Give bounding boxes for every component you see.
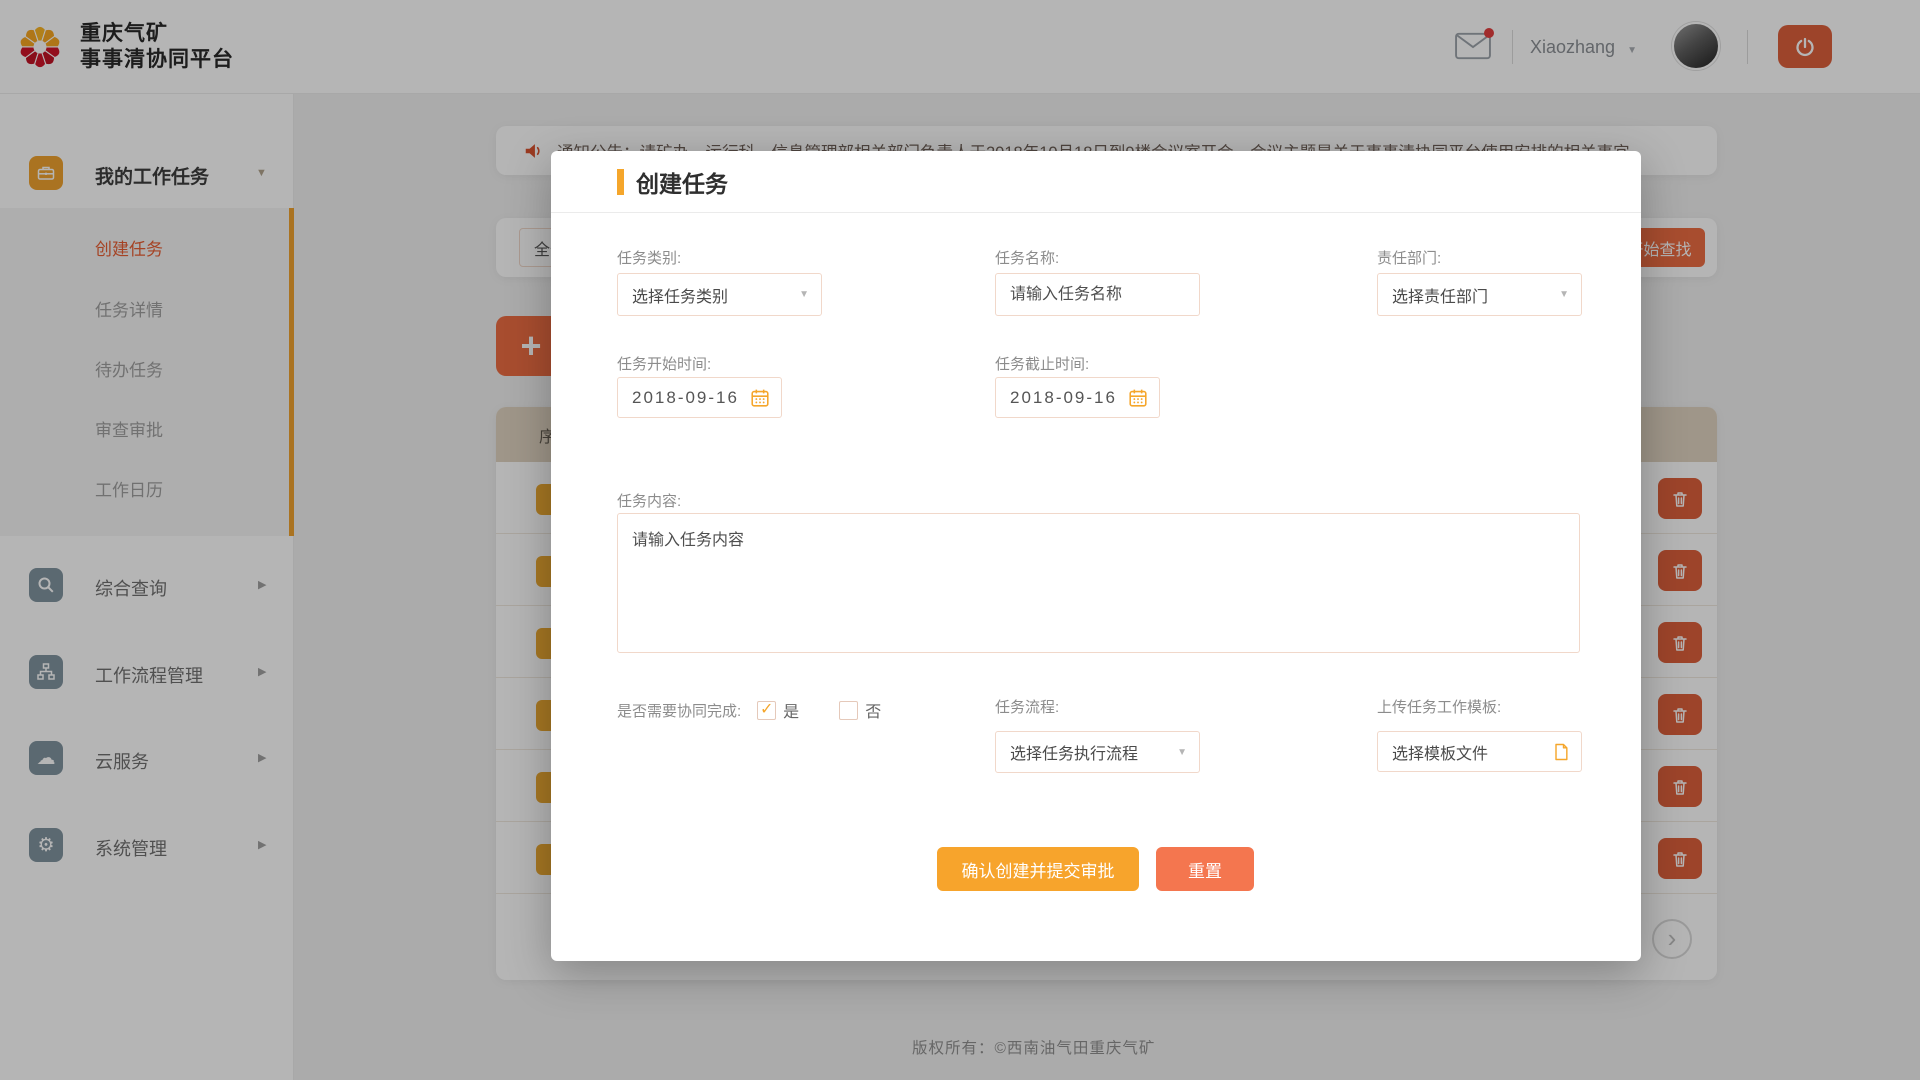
start-date-picker[interactable]: 2018-09-16 [617, 377, 782, 418]
task-category-label: 任务类别: [617, 247, 681, 268]
reset-button[interactable]: 重置 [1156, 847, 1254, 891]
department-label: 责任部门: [1377, 247, 1441, 268]
collab-label: 是否需要协同完成: [617, 700, 741, 721]
end-date-label: 任务截止时间: [995, 353, 1089, 374]
calendar-icon [1127, 387, 1149, 409]
task-category-select[interactable]: 选择任务类别 ▼ [617, 273, 822, 316]
task-content-textarea[interactable] [617, 513, 1580, 653]
flow-select[interactable]: 选择任务执行流程 ▼ [995, 731, 1200, 773]
end-date-value: 2018-09-16 [1010, 388, 1117, 408]
collab-no-label: 否 [865, 698, 881, 722]
page: 重庆气矿 事事清协同平台 Xiaozhang▼ [0, 0, 1920, 1080]
template-file-picker[interactable]: 选择模板文件 [1377, 731, 1582, 772]
chevron-down-icon: ▼ [1177, 747, 1187, 758]
task-content-label: 任务内容: [617, 490, 681, 511]
collab-no-checkbox[interactable] [839, 701, 858, 720]
create-task-modal: 创建任务 任务类别: 选择任务类别 ▼ 任务名称: 责任部门: 选择责任部门 ▼… [551, 151, 1641, 961]
collab-yes-label: 是 [783, 698, 799, 722]
template-value: 选择模板文件 [1392, 740, 1488, 764]
start-date-label: 任务开始时间: [617, 353, 711, 374]
task-category-value: 选择任务类别 [632, 283, 728, 307]
task-name-label: 任务名称: [995, 247, 1059, 268]
submit-button[interactable]: 确认创建并提交审批 [937, 847, 1139, 891]
department-select[interactable]: 选择责任部门 ▼ [1377, 273, 1582, 316]
flow-label: 任务流程: [995, 696, 1059, 717]
collab-group: 是否需要协同完成: ✓ 是 否 [617, 698, 881, 722]
check-icon: ✓ [760, 702, 773, 718]
file-icon [1551, 741, 1571, 763]
modal-header: 创建任务 [551, 151, 1641, 213]
task-name-input[interactable] [995, 273, 1200, 316]
end-date-picker[interactable]: 2018-09-16 [995, 377, 1160, 418]
flow-value: 选择任务执行流程 [1010, 740, 1138, 764]
template-label: 上传任务工作模板: [1377, 696, 1501, 717]
chevron-down-icon: ▼ [1559, 289, 1569, 300]
modal-title: 创建任务 [636, 165, 728, 199]
chevron-down-icon: ▼ [799, 289, 809, 300]
calendar-icon [749, 387, 771, 409]
collab-yes-checkbox[interactable]: ✓ [757, 701, 776, 720]
department-value: 选择责任部门 [1392, 283, 1488, 307]
title-accent-bar [617, 169, 624, 195]
start-date-value: 2018-09-16 [632, 388, 739, 408]
